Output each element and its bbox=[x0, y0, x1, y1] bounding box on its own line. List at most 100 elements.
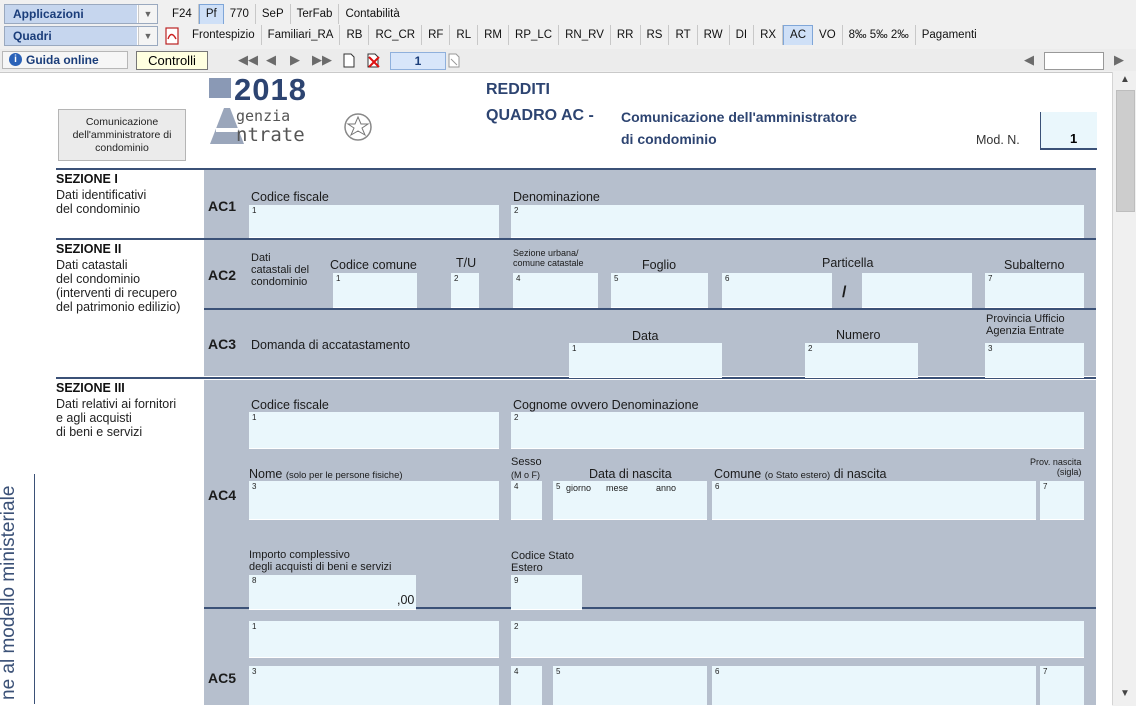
tab-rf[interactable]: RF bbox=[422, 25, 451, 45]
comunicazione-button[interactable]: Comunicazione dell'amministratore di con… bbox=[58, 109, 186, 161]
ac4-codice-stato-label: Codice Stato Estero bbox=[511, 550, 574, 574]
tab-vo[interactable]: VO bbox=[813, 25, 843, 45]
field-number: 4 bbox=[516, 274, 521, 283]
tab-rx[interactable]: RX bbox=[754, 25, 784, 45]
year-badge-square bbox=[209, 78, 231, 98]
tab-familiari-ra[interactable]: Familiari_RA bbox=[262, 25, 341, 45]
field-number: 4 bbox=[514, 667, 519, 676]
tab-pf[interactable]: Pf bbox=[198, 4, 224, 24]
chevron-down-icon[interactable]: ▼ bbox=[138, 27, 157, 45]
ac2-subalterno-field[interactable] bbox=[985, 273, 1084, 308]
tab-pagamenti[interactable]: Pagamenti bbox=[916, 25, 983, 45]
ac2-codice-comune-field[interactable] bbox=[333, 273, 417, 308]
tab-ac[interactable]: AC bbox=[783, 25, 814, 45]
side-vertical-rule bbox=[34, 474, 35, 704]
guida-online-button[interactable]: i Guida online bbox=[2, 51, 128, 69]
mod-number-field[interactable] bbox=[1040, 112, 1097, 150]
info-icon: i bbox=[9, 53, 22, 66]
tab-rr[interactable]: RR bbox=[611, 25, 641, 45]
ac4-importo-field[interactable] bbox=[249, 575, 416, 610]
sez2-title: SEZIONE II bbox=[56, 242, 122, 256]
scroll-up-icon[interactable]: ▲ bbox=[1117, 74, 1133, 85]
ac4-cognome-field[interactable] bbox=[511, 412, 1084, 449]
tab-contabilita[interactable]: Contabilità bbox=[339, 4, 405, 24]
ac2-code: AC2 bbox=[208, 267, 237, 283]
ac4-giorno-label: giorno bbox=[566, 483, 592, 493]
tab-terfab[interactable]: TerFab bbox=[291, 4, 340, 24]
ac2-foglio-field[interactable] bbox=[611, 273, 708, 308]
tab-rc-cr[interactable]: RC_CR bbox=[369, 25, 423, 45]
quadri-combo[interactable]: Quadri ▼ bbox=[4, 26, 158, 46]
tab-rn-rv[interactable]: RN_RV bbox=[559, 25, 611, 45]
ac4-comune-field[interactable] bbox=[712, 481, 1036, 520]
rule-sez1 bbox=[56, 168, 1096, 170]
page-number-input[interactable]: 1 bbox=[390, 52, 446, 70]
controlli-button[interactable]: Controlli bbox=[136, 51, 208, 70]
applicazioni-combo-value: Applicazioni bbox=[5, 5, 137, 23]
tab-rs[interactable]: RS bbox=[641, 25, 670, 45]
ac4-codice-stato-field[interactable] bbox=[511, 575, 582, 610]
applicazioni-combo[interactable]: Applicazioni ▼ bbox=[4, 4, 158, 24]
tab-rl[interactable]: RL bbox=[450, 25, 479, 45]
ac2-sezione-urbana-field[interactable] bbox=[513, 273, 598, 308]
first-page-icon[interactable]: ◀◀ bbox=[238, 52, 258, 68]
sez3-desc: Dati relativi ai fornitori e agli acquis… bbox=[56, 397, 177, 439]
scroll-right-icon[interactable]: ▶ bbox=[1114, 52, 1124, 68]
ac5-nome-field[interactable] bbox=[249, 666, 499, 706]
previous-page-icon[interactable]: ◀ bbox=[266, 52, 276, 68]
tab-sep[interactable]: SeP bbox=[256, 4, 291, 24]
tab-rt[interactable]: RT bbox=[669, 25, 698, 45]
next-page-icon[interactable]: ▶ bbox=[290, 52, 300, 68]
ac5-codice-fiscale-field[interactable] bbox=[249, 621, 499, 658]
tab-rp-lc[interactable]: RP_LC bbox=[509, 25, 560, 45]
scrollbar-thumb[interactable] bbox=[1116, 90, 1135, 212]
tab-frontespizio[interactable]: Frontespizio bbox=[186, 25, 262, 45]
last-page-icon[interactable]: ▶▶ bbox=[312, 52, 332, 68]
ac4-comune-text: Comune bbox=[714, 467, 762, 481]
delete-page-icon[interactable] bbox=[366, 53, 382, 68]
field-number: 1 bbox=[252, 206, 257, 215]
mod-number-value: 1 bbox=[1070, 131, 1078, 146]
pdf-icon[interactable] bbox=[164, 27, 180, 45]
comunicazione-button-label: Comunicazione dell'amministratore di con… bbox=[72, 116, 172, 154]
copy-page-icon[interactable] bbox=[447, 53, 461, 68]
tab-rm[interactable]: RM bbox=[478, 25, 510, 45]
ac3-numero-field[interactable] bbox=[805, 343, 918, 378]
ac5-comune-field[interactable] bbox=[712, 666, 1036, 706]
ac1-denominazione-field[interactable] bbox=[511, 205, 1084, 238]
field-number: 5 bbox=[556, 482, 561, 491]
ac5-data-nascita-field[interactable] bbox=[553, 666, 707, 706]
ac3-provincia-field[interactable] bbox=[985, 343, 1084, 378]
scroll-down-icon[interactable]: ▼ bbox=[1117, 688, 1133, 699]
ac2-particella-field-2[interactable] bbox=[862, 273, 972, 308]
quadro-title-line2: di condominio bbox=[621, 131, 717, 147]
tab-f24[interactable]: F24 bbox=[166, 4, 199, 24]
scroll-left-icon[interactable]: ◀ bbox=[1024, 52, 1034, 68]
field-number: 6 bbox=[715, 482, 720, 491]
ac2-particella-field-1[interactable] bbox=[722, 273, 832, 308]
ac5-cognome-field[interactable] bbox=[511, 621, 1084, 658]
tab-di[interactable]: DI bbox=[730, 25, 755, 45]
tab-per-mille[interactable]: 8‰ 5‰ 2‰ bbox=[843, 25, 916, 45]
tab-rb[interactable]: RB bbox=[340, 25, 370, 45]
ac1-code: AC1 bbox=[208, 198, 237, 214]
ac3-data-field[interactable] bbox=[569, 343, 722, 378]
field-number: 2 bbox=[514, 622, 519, 631]
ac2-particella-slash: / bbox=[842, 284, 847, 301]
vertical-scrollbar[interactable]: ▲ ▼ bbox=[1112, 72, 1136, 705]
ac2-dati-catastali-label: Dati catastali del condominio bbox=[251, 252, 310, 288]
tab-770[interactable]: 770 bbox=[224, 4, 256, 24]
logo-text-line1: genzia bbox=[236, 107, 291, 125]
ac4-nome-field[interactable] bbox=[249, 481, 499, 520]
ac4-comune-label: Comune (o Stato estero) di nascita bbox=[714, 467, 887, 481]
horizontal-scroll-field[interactable] bbox=[1044, 52, 1104, 70]
new-page-icon[interactable] bbox=[342, 53, 356, 68]
tab-rw[interactable]: RW bbox=[698, 25, 730, 45]
ac1-codice-fiscale-label: Codice fiscale bbox=[251, 190, 329, 204]
field-number: 6 bbox=[715, 667, 720, 676]
chevron-down-icon[interactable]: ▼ bbox=[138, 5, 157, 23]
ac1-codice-fiscale-field[interactable] bbox=[249, 205, 499, 238]
ac2-subalterno-label: Subalterno bbox=[1004, 258, 1065, 272]
ac4-codice-fiscale-field[interactable] bbox=[249, 412, 499, 449]
ac4-prov-label: Prov. nascita (sigla) bbox=[1030, 457, 1082, 477]
